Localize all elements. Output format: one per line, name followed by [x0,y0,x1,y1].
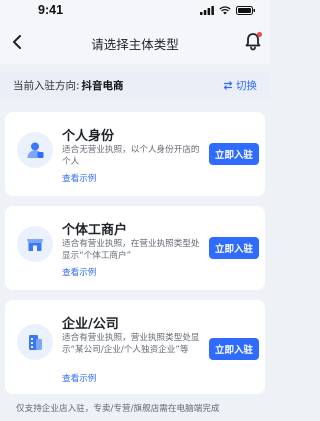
swap-icon [223,81,233,90]
battery-icon [236,6,255,15]
entry-direction-bar: 当前入驻方向: 抖音电商 切换 [0,72,270,99]
enter-button[interactable]: 立即入驻 [209,237,259,259]
status-time: 9:41 [38,3,64,17]
notification-button[interactable] [242,30,264,52]
wifi-icon [219,6,231,15]
page-title: 请选择主体类型 [91,37,179,52]
direction-label: 当前入驻方向: [13,80,80,92]
company-icon [17,324,53,360]
card-description: 适合有营业执照，营业执照类型处显示“某公司/企业/个人独资企业”等 [62,333,200,355]
card-title: 企业/公司 [62,317,119,332]
card-company: 企业/公司 适合有营业执照，营业执照类型处显示“某公司/企业/个人独资企业”等 … [5,300,265,394]
notification-dot [257,32,262,37]
signal-icon [200,6,214,15]
status-icons [200,6,256,15]
view-example-link[interactable]: 查看示例 [62,372,96,384]
switch-label: 切换 [236,80,257,92]
enter-button[interactable]: 立即入驻 [209,143,259,165]
direction-value: 抖音电商 [81,80,124,92]
shop-icon [17,226,53,262]
nav-bar: 请选择主体类型 [0,22,270,64]
card-individual-business: 个体工商户 适合有营业执照，在营业执照类型处显示“个体工商户” 查看示例 立即入… [5,206,265,290]
status-bar: 9:41 [0,0,270,22]
card-description: 适合有营业执照，在营业执照类型处显示“个体工商户” [62,239,200,261]
card-title: 个体工商户 [62,223,128,238]
card-title: 个人身份 [62,129,115,144]
enter-button[interactable]: 立即入驻 [209,338,259,360]
person-icon [17,132,53,168]
switch-button[interactable]: 切换 [223,78,257,93]
view-example-link[interactable]: 查看示例 [62,266,96,278]
footer-note: 仅支持企业店入驻，专卖/专营/旗舰店需在电脑端完成 [16,404,220,414]
view-example-link[interactable]: 查看示例 [62,172,96,184]
card-personal: 个人身份 适合无营业执照，以个人身份开店的个人 查看示例 立即入驻 [5,112,265,196]
card-description: 适合无营业执照，以个人身份开店的个人 [62,145,200,167]
